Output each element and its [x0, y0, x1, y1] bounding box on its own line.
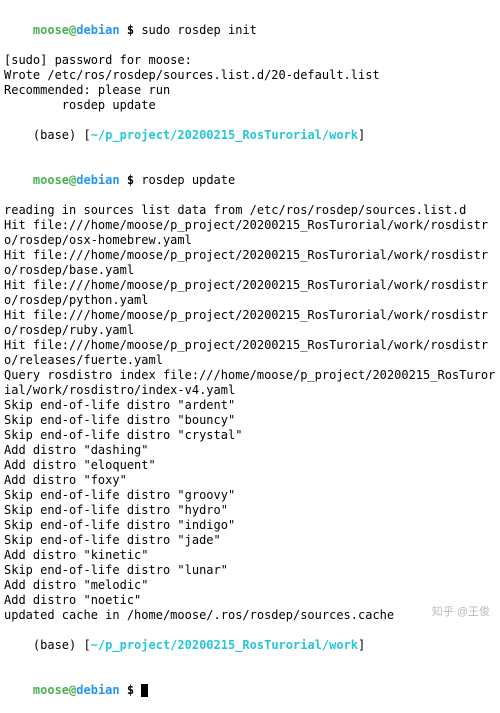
output-line: reading in sources list data from /etc/r…	[4, 203, 496, 218]
cursor-icon	[141, 684, 148, 697]
output-line: Skip end-of-life distro "crystal"	[4, 428, 496, 443]
output-line: Hit file:///home/moose/p_project/2020021…	[4, 338, 496, 368]
output-line: Hit file:///home/moose/p_project/2020021…	[4, 308, 496, 338]
cwd-path: ~/p_project/20200215_RosTurorial/work	[91, 638, 358, 652]
output-line: rosdep update	[4, 98, 496, 113]
output-line: Add distro "noetic"	[4, 593, 496, 608]
cmd-text: sudo rosdep init	[141, 23, 257, 37]
prompt-line-2: moose@debian $ rosdep update	[4, 158, 496, 203]
output-line: updated cache in /home/moose/.ros/rosdep…	[4, 608, 496, 623]
prompt-host: debian	[76, 683, 119, 697]
prompt-at: @	[69, 683, 76, 697]
prompt-user: moose	[33, 683, 69, 697]
output-line: Skip end-of-life distro "bouncy"	[4, 413, 496, 428]
base-open: (base) [	[33, 638, 91, 652]
base-close: ]	[358, 638, 365, 652]
output-line: Skip end-of-life distro "lunar"	[4, 563, 496, 578]
output-line: Skip end-of-life distro "hydro"	[4, 503, 496, 518]
output-line: Hit file:///home/moose/p_project/2020021…	[4, 278, 496, 308]
terminal-output[interactable]: moose@debian $ sudo rosdep init [sudo] p…	[4, 8, 496, 713]
output-line: Hit file:///home/moose/p_project/2020021…	[4, 218, 496, 248]
prompt-line-1: moose@debian $ sudo rosdep init	[4, 8, 496, 53]
output-line: Skip end-of-life distro "groovy"	[4, 488, 496, 503]
output-line: Query rosdistro index file:///home/moose…	[4, 368, 496, 398]
base-path-line: (base) [~/p_project/20200215_RosTurorial…	[4, 623, 496, 668]
prompt-dollar: $	[120, 23, 142, 37]
prompt-user: moose	[33, 23, 69, 37]
output-line: Recommended: please run	[4, 83, 496, 98]
output-line: Wrote /etc/ros/rosdep/sources.list.d/20-…	[4, 68, 496, 83]
prompt-dollar: $	[120, 683, 142, 697]
output-line: Skip end-of-life distro "ardent"	[4, 398, 496, 413]
prompt-host: debian	[76, 23, 119, 37]
prompt-user: moose	[33, 173, 69, 187]
output-line: Hit file:///home/moose/p_project/2020021…	[4, 248, 496, 278]
base-open: (base) [	[33, 128, 91, 142]
cwd-path: ~/p_project/20200215_RosTurorial/work	[91, 128, 358, 142]
base-path-line: (base) [~/p_project/20200215_RosTurorial…	[4, 113, 496, 158]
prompt-host: debian	[76, 173, 119, 187]
prompt-line-3[interactable]: moose@debian $	[4, 668, 496, 713]
prompt-dollar: $	[120, 173, 142, 187]
output-line: Add distro "kinetic"	[4, 548, 496, 563]
output-line: Add distro "eloquent"	[4, 458, 496, 473]
cmd-text: rosdep update	[141, 173, 235, 187]
output-line: Add distro "dashing"	[4, 443, 496, 458]
output-line: Skip end-of-life distro "jade"	[4, 533, 496, 548]
output-line: [sudo] password for moose:	[4, 53, 496, 68]
output-line: Add distro "foxy"	[4, 473, 496, 488]
output-line: Skip end-of-life distro "indigo"	[4, 518, 496, 533]
base-close: ]	[358, 128, 365, 142]
output-line: Add distro "melodic"	[4, 578, 496, 593]
